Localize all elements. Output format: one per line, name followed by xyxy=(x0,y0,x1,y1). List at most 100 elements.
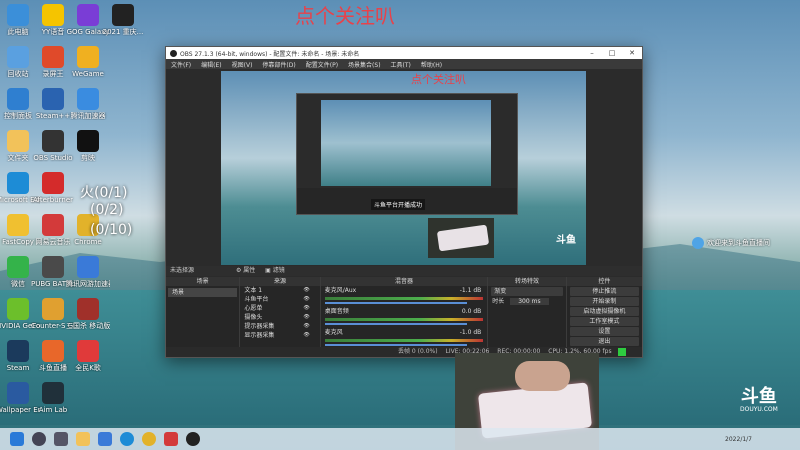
desktop-icon-label: 全民K歌 xyxy=(75,364,101,372)
desktop-icon-graphic xyxy=(77,4,99,26)
control-button[interactable]: 设置 xyxy=(569,327,639,336)
control-button[interactable]: 启动虚拟摄像机 xyxy=(569,307,639,316)
netease-icon[interactable] xyxy=(164,432,178,446)
desktop-icon[interactable]: 剪映 xyxy=(66,130,110,162)
source-item-label: 斗鱼平台 xyxy=(244,296,269,303)
store-icon[interactable] xyxy=(98,432,112,446)
desktop-icon-label: Afterburner xyxy=(32,196,74,204)
visibility-eye-icon[interactable]: 👁 xyxy=(303,322,309,331)
task-view-icon[interactable] xyxy=(54,432,68,446)
start-icon[interactable] xyxy=(10,432,24,446)
desktop-icon-graphic xyxy=(77,340,99,362)
visibility-eye-icon[interactable]: 👁 xyxy=(303,295,309,304)
mixer-channel: 麦克风 -1.0 dB xyxy=(321,328,488,346)
desktop-icon[interactable]: 三国杀 移动版 xyxy=(66,298,110,330)
nested-obs-preview xyxy=(296,93,518,215)
desktop-icon-label: 剪映 xyxy=(81,154,95,162)
scenes-dock-title: 场景 xyxy=(166,277,240,286)
control-button[interactable]: 停止推流 xyxy=(569,287,639,296)
search-icon[interactable] xyxy=(32,432,46,446)
desktop-icon-graphic xyxy=(7,214,29,236)
visibility-eye-icon[interactable]: 👁 xyxy=(303,286,309,295)
menu-item[interactable]: 工具(T) xyxy=(386,60,416,69)
mixer-channel-db: 0.0 dB xyxy=(461,308,482,315)
desktop-icon[interactable]: Afterburner xyxy=(31,172,75,204)
stream-health-indicator xyxy=(617,347,626,356)
scenes-dock: 场景 场景 ＋ － ︿ ﹀ xyxy=(166,277,241,357)
obs-preview[interactable]: 点个关注叭 斗鱼平台开播成功 斗鱼 xyxy=(221,71,586,265)
desktop-icon[interactable]: 腾讯加速器 xyxy=(66,88,110,120)
taskbar-date[interactable]: 2022/1/7 xyxy=(725,436,752,443)
source-item-label: 文本 1 xyxy=(244,287,263,294)
menu-item[interactable]: 配置文件(P) xyxy=(301,60,343,69)
hand-shape xyxy=(515,361,570,391)
file-explorer-icon[interactable] xyxy=(76,432,90,446)
preview-notice: 斗鱼平台开播成功 xyxy=(371,199,426,210)
desktop-icon[interactable]: 腾讯网游加速器 xyxy=(66,256,110,288)
menu-item[interactable]: 场景集合(S) xyxy=(343,60,386,69)
filters-tab[interactable]: ▣ 滤镜 xyxy=(265,267,285,274)
desktop-icon-graphic xyxy=(112,4,134,26)
desktop-icon[interactable]: 全民K歌 xyxy=(66,340,110,372)
control-button[interactable]: 开始录制 xyxy=(569,297,639,306)
source-item[interactable]: 显示器采集 👁 xyxy=(240,331,319,340)
desktop-icon-graphic xyxy=(42,340,64,362)
volume-meter xyxy=(324,297,484,300)
control-button[interactable]: 工作室模式 xyxy=(569,317,639,326)
control-button[interactable]: 退出 xyxy=(569,337,639,346)
desktop-icon-graphic xyxy=(42,256,64,278)
source-item[interactable]: 提示器采集 👁 xyxy=(240,322,319,331)
transitions-dock: 转场特效 渐变 时长 300 ms xyxy=(488,277,567,357)
preview-follow-text: 点个关注叭 xyxy=(411,73,466,86)
volume-slider[interactable] xyxy=(324,323,468,325)
visibility-eye-icon[interactable]: 👁 xyxy=(303,313,309,322)
maximize-icon[interactable]: □ xyxy=(602,49,622,57)
source-item[interactable]: 文本 1 👁 xyxy=(240,286,319,295)
transition-select[interactable]: 渐变 xyxy=(491,287,563,296)
transitions-dock-title: 转场特效 xyxy=(488,277,566,286)
menu-item[interactable]: 帮助(H) xyxy=(416,60,447,69)
properties-tab[interactable]: ⚙ 属性 xyxy=(236,267,255,274)
desktop-icon-label: 腾讯加速器 xyxy=(70,112,106,120)
desktop-icon[interactable]: Aim Lab xyxy=(31,382,75,414)
mixer-channel-header: 麦克风 -1.0 dB xyxy=(321,328,488,337)
obs-taskbar-icon[interactable] xyxy=(186,432,200,446)
desktop-icon-label: Aim Lab xyxy=(38,406,68,414)
dropped-frames: 丢帧 0 (0.0%) xyxy=(398,348,438,355)
desktop-icon-graphic xyxy=(7,256,29,278)
menu-item[interactable]: 文件(F) xyxy=(166,60,196,69)
desktop-icon-graphic xyxy=(7,46,29,68)
obs-window[interactable]: OBS 27.1.3 (64-bit, windows) - 配置文件: 未命名… xyxy=(165,46,643,358)
source-item[interactable]: 心愿单 👁 xyxy=(240,304,319,313)
desktop-icon-graphic xyxy=(42,172,64,194)
volume-slider[interactable] xyxy=(324,344,468,346)
douyu-sub-text: DOUYU.COM xyxy=(740,406,778,413)
menu-item[interactable]: 视图(V) xyxy=(227,60,258,69)
visibility-eye-icon[interactable]: 👁 xyxy=(303,331,309,340)
visibility-eye-icon[interactable]: 👁 xyxy=(303,304,309,313)
source-item[interactable]: 斗鱼平台 👁 xyxy=(240,295,319,304)
properties-tab-label: 属性 xyxy=(243,267,256,274)
desktop-icon-graphic xyxy=(42,130,64,152)
source-item[interactable]: 摄像头 👁 xyxy=(240,313,319,322)
edge-icon[interactable] xyxy=(120,432,134,446)
close-icon[interactable]: ✕ xyxy=(622,49,642,57)
desktop-icon-graphic xyxy=(42,214,64,236)
mixer-channel-header: 麦克风/Aux -1.1 dB xyxy=(321,286,488,295)
preview-douyu-logo: 斗鱼 xyxy=(556,235,576,246)
menu-item[interactable]: 停靠部件(D) xyxy=(257,60,300,69)
duration-input[interactable]: 300 ms xyxy=(510,298,549,305)
obs-titlebar[interactable]: OBS 27.1.3 (64-bit, windows) - 配置文件: 未命名… xyxy=(166,47,642,59)
minimize-icon[interactable]: – xyxy=(582,49,602,57)
counter-overlay-3: (0/10) xyxy=(90,222,133,238)
volume-slider[interactable] xyxy=(324,302,468,304)
mixer-dock: 混音器 麦克风/Aux -1.1 dB 桌面音频 0.0 dB 麦克风 -1.0 dB xyxy=(320,277,489,357)
desktop-icon[interactable]: WeGame xyxy=(66,46,110,78)
welcome-text: 欢迎来到斗鱼直播间 xyxy=(707,239,770,247)
scene-item[interactable]: 场景 xyxy=(168,288,238,297)
source-item-label: 心愿单 xyxy=(244,305,263,312)
menu-item[interactable]: 编辑(E) xyxy=(196,60,226,69)
desktop-icon[interactable]: 2021 重庆... xyxy=(101,4,145,36)
chrome-icon[interactable] xyxy=(142,432,156,446)
mixer-channel-name: 麦克风/Aux xyxy=(324,287,357,294)
